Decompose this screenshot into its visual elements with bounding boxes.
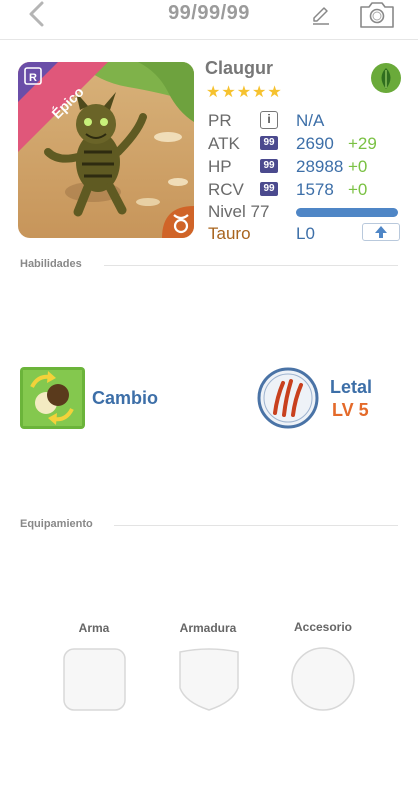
upgrade-button[interactable] bbox=[362, 223, 400, 241]
atk-value: 2690 bbox=[296, 134, 334, 153]
rcv-plus-badge: 99 bbox=[260, 182, 278, 196]
skill-icon[interactable] bbox=[20, 367, 85, 429]
sign-level: L0 bbox=[296, 224, 315, 243]
weapon-slot[interactable] bbox=[63, 648, 126, 711]
stat-row-rcv: RCV 99 1578 +0 bbox=[208, 180, 408, 202]
divider bbox=[104, 265, 398, 266]
info-icon[interactable]: i bbox=[260, 111, 278, 129]
monster-portrait[interactable]: R Épico bbox=[18, 62, 194, 238]
stat-row-sign: Tauro L0 bbox=[208, 223, 408, 246]
leaf-icon bbox=[371, 63, 401, 93]
taurus-icon bbox=[162, 206, 194, 238]
atk-label: ATK bbox=[208, 134, 240, 153]
atk-bonus: +29 bbox=[348, 134, 377, 153]
arrow-up-icon bbox=[375, 226, 387, 238]
armor-label: Armadura bbox=[179, 621, 237, 635]
level-label: Nivel 77 bbox=[208, 202, 270, 221]
atk-plus-badge: 99 bbox=[260, 136, 278, 150]
ability-level: LV 5 bbox=[332, 400, 369, 420]
hp-plus-badge: 99 bbox=[260, 159, 278, 173]
sign-label: Tauro bbox=[208, 224, 251, 243]
swap-icon bbox=[20, 367, 85, 429]
weapon-label: Arma bbox=[78, 621, 110, 635]
monster-name: Claugur bbox=[205, 58, 274, 78]
hp-value: 28988 bbox=[296, 157, 344, 176]
active-skill-name[interactable]: Cambio bbox=[92, 388, 158, 409]
stat-row-level: Nivel 77 bbox=[208, 202, 408, 224]
divider bbox=[114, 525, 398, 526]
rcv-label: RCV bbox=[208, 180, 244, 199]
accessory-label: Accesorio bbox=[293, 620, 353, 634]
edit-pencil-icon[interactable] bbox=[310, 4, 332, 26]
rcv-bonus: +0 bbox=[348, 180, 368, 199]
hp-label: HP bbox=[208, 157, 232, 176]
hp-bonus: +0 bbox=[348, 157, 368, 176]
page-title: 99/99/99 bbox=[168, 2, 250, 24]
stat-row-atk: ATK 99 2690 +29 bbox=[208, 134, 408, 156]
skills-section-title: Habilidades bbox=[20, 258, 82, 270]
rcv-value: 1578 bbox=[296, 180, 334, 199]
camera-icon[interactable] bbox=[358, 0, 396, 30]
level-progress-bar bbox=[296, 208, 398, 217]
stat-row-pr: PR i N/A bbox=[208, 111, 408, 133]
star-rating: ★★★★★ bbox=[206, 84, 283, 101]
rarity-letter: R bbox=[29, 72, 37, 84]
stat-row-hp: HP 99 28988 +0 bbox=[208, 157, 408, 179]
equipment-section-title: Equipamiento bbox=[20, 518, 93, 530]
rarity-ribbon: R Épico bbox=[18, 62, 108, 152]
accessory-slot[interactable] bbox=[291, 647, 355, 711]
pr-label: PR bbox=[208, 111, 232, 130]
claw-icon[interactable] bbox=[257, 367, 319, 429]
top-bar: 99/99/99 bbox=[0, 0, 418, 40]
ability-name[interactable]: Letal bbox=[330, 377, 372, 398]
armor-slot[interactable] bbox=[178, 648, 240, 712]
pr-value: N/A bbox=[296, 111, 325, 130]
